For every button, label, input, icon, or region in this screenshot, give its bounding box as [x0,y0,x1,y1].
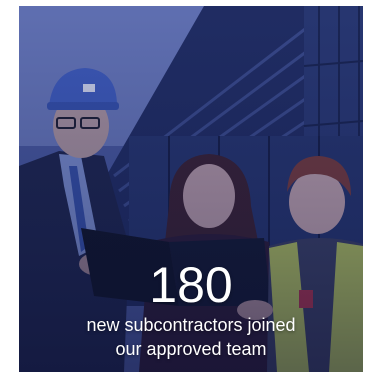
stat-card: 180 new subcontractors joined our approv… [19,6,363,372]
stat-block: 180 new subcontractors joined our approv… [19,258,363,360]
stat-number: 180 [149,257,233,313]
stat-caption-line-2: our approved team [115,339,267,359]
stat-caption-line-1: new subcontractors joined [86,315,296,335]
